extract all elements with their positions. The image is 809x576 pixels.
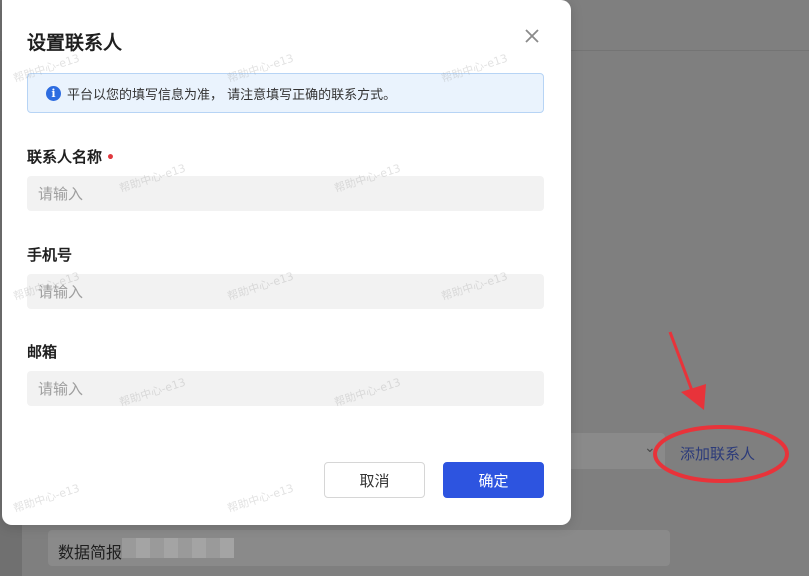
redacted-block — [122, 538, 234, 558]
notice-text: 平台以您的填写信息为准， 请注意填写正确的联系方式。 — [67, 87, 397, 103]
info-icon: i — [46, 85, 61, 101]
phone-label: 手机号 — [27, 246, 73, 264]
chevron-down-icon: ⌄ — [644, 440, 656, 456]
contact-name-label: 联系人名称 • — [27, 146, 115, 167]
dialog-title: 设置联系人 — [27, 32, 123, 54]
phone-input[interactable] — [27, 274, 544, 309]
contact-name-label-text: 联系人名称 — [27, 148, 103, 166]
cancel-button[interactable]: 取消 — [324, 462, 425, 498]
report-label: 数据简报 — [58, 543, 123, 562]
close-icon — [525, 29, 539, 43]
confirm-button[interactable]: 确定 — [443, 462, 544, 498]
notice-banner: i 平台以您的填写信息为准， 请注意填写正确的联系方式。 — [27, 73, 544, 113]
email-input[interactable] — [27, 371, 544, 406]
contact-dialog: 设置联系人 i 平台以您的填写信息为准， 请注意填写正确的联系方式。 联系人名称… — [2, 0, 571, 525]
add-contact-link[interactable]: 添加联系人 — [680, 443, 755, 464]
email-label: 邮箱 — [27, 343, 58, 361]
contact-name-input[interactable] — [27, 176, 544, 211]
required-mark: • — [106, 150, 115, 166]
close-button[interactable] — [520, 24, 544, 48]
